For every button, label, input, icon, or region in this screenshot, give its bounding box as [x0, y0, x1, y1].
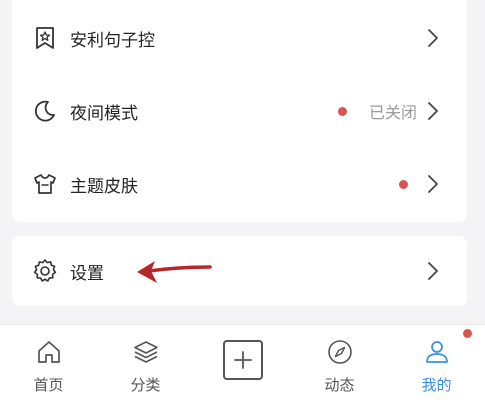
chevron-right-icon: [425, 27, 441, 49]
tab-label: 动态: [324, 376, 355, 394]
tab-feed[interactable]: 动态: [291, 325, 388, 404]
menu-item-label: 设置: [70, 263, 104, 284]
night-mode-status: 已关闭: [368, 103, 417, 122]
bottom-tab-bar: 首页 分类 动态 我的: [0, 324, 485, 404]
tab-category[interactable]: 分类: [97, 325, 194, 404]
notification-dot: [399, 179, 408, 189]
gear-icon: [30, 256, 60, 286]
chevron-right-icon: [425, 260, 441, 282]
tab-home[interactable]: 首页: [0, 325, 97, 404]
home-icon: [34, 337, 64, 367]
chevron-right-icon: [425, 100, 441, 122]
menu-card: 安利句子控 夜间模式 已关闭 主题皮肤: [12, 0, 467, 222]
plus-icon: [222, 340, 263, 380]
layers-icon: [131, 337, 161, 367]
user-icon: [422, 337, 452, 367]
menu-item-theme-skin[interactable]: 主题皮肤: [12, 149, 467, 219]
tab-mine[interactable]: 我的: [388, 325, 485, 404]
chevron-right-icon: [425, 173, 441, 195]
compass-icon: [325, 337, 355, 367]
bookmark-star-icon: [30, 23, 60, 53]
menu-item-recommend[interactable]: 安利句子控: [12, 3, 467, 73]
menu-item-settings[interactable]: 设置: [12, 236, 467, 306]
tab-label: 我的: [421, 376, 452, 394]
notification-dot: [338, 106, 347, 116]
moon-icon: [30, 96, 60, 126]
tab-label: 分类: [130, 376, 161, 394]
settings-card: 设置: [12, 236, 467, 306]
menu-item-label: 主题皮肤: [70, 176, 138, 197]
annotation-arrow: [137, 261, 212, 283]
menu-item-label: 安利句子控: [70, 30, 155, 51]
tab-add[interactable]: [194, 325, 291, 404]
tshirt-icon: [30, 169, 60, 199]
menu-item-label: 夜间模式: [70, 103, 138, 124]
menu-item-night-mode[interactable]: 夜间模式 已关闭: [12, 76, 467, 146]
notification-dot: [463, 329, 472, 338]
tab-label: 首页: [33, 376, 64, 394]
